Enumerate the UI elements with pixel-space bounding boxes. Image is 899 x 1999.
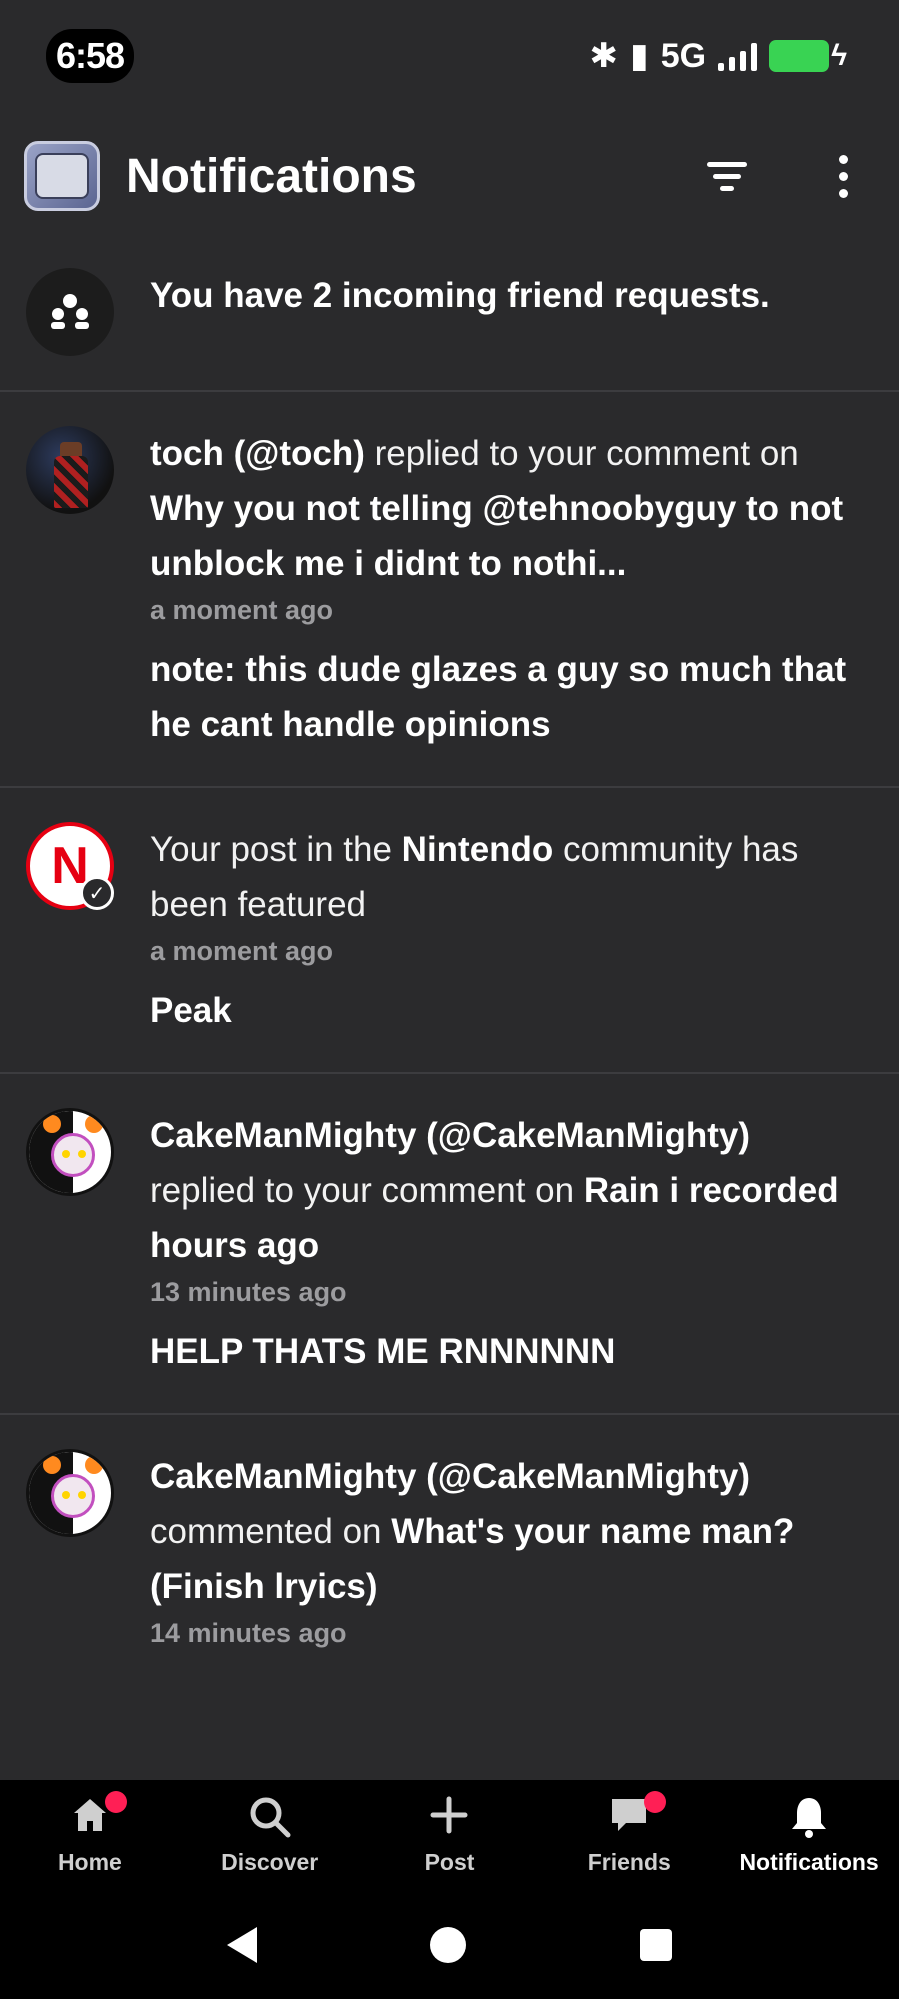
nav-home[interactable]: Home (5, 1790, 175, 1876)
post-preview: Peak (150, 991, 232, 1030)
notification-text: toch (@toch) replied to your comment on … (150, 434, 844, 583)
bottom-nav: Home Discover Post Friends Notifications (0, 1780, 899, 1890)
notification-text: You have 2 incoming friend requests. (150, 276, 770, 315)
notification-featured[interactable]: N ✓ Your post in the Nintendo community … (0, 788, 899, 1074)
network-type: 5G (660, 36, 707, 75)
notification-text: CakeManMighty (@CakeManMighty) commented… (150, 1457, 795, 1606)
avatar[interactable] (26, 426, 114, 514)
system-nav-bar (0, 1890, 899, 1999)
avatar[interactable] (26, 1108, 114, 1196)
app-header: Notifications (0, 130, 899, 222)
timestamp: 13 minutes ago (150, 1277, 347, 1307)
back-icon[interactable] (226, 1926, 257, 1963)
vibrate-icon: ▮ (630, 37, 649, 75)
app-logo[interactable] (24, 141, 100, 211)
recents-icon[interactable] (640, 1928, 673, 1961)
more-vert-icon (838, 154, 848, 198)
nav-friends[interactable]: Friends (544, 1790, 714, 1876)
friends-group-icon (26, 268, 114, 356)
bell-icon (789, 1795, 829, 1845)
notification-badge (104, 1790, 127, 1813)
verified-check-icon: ✓ (80, 876, 114, 910)
status-icons: ✱ ▮ 5G ϟ (590, 36, 847, 76)
search-icon (248, 1795, 292, 1845)
plus-icon (429, 1795, 469, 1845)
filter-button[interactable] (695, 144, 759, 208)
status-bar: 6:58 ✱ ▮ 5G ϟ (0, 0, 899, 112)
notification-badge (644, 1790, 667, 1813)
notification-list: You have 2 incoming friend requests. toc… (0, 232, 899, 1683)
notification-friend-requests[interactable]: You have 2 incoming friend requests. (0, 232, 899, 392)
timestamp: a moment ago (150, 595, 334, 625)
clock: 6:58 (46, 29, 135, 83)
comment-preview: note: this dude glazes a guy so much tha… (150, 650, 847, 744)
notification-reply-toch[interactable]: toch (@toch) replied to your comment on … (0, 392, 899, 788)
filter-icon (707, 161, 747, 191)
timestamp: a moment ago (150, 936, 334, 966)
nav-notifications[interactable]: Notifications (724, 1795, 894, 1876)
home-circle-icon[interactable] (430, 1926, 467, 1963)
notification-text: CakeManMighty (@CakeManMighty) replied t… (150, 1116, 839, 1265)
notification-reply-cakemanmighty[interactable]: CakeManMighty (@CakeManMighty) replied t… (0, 1074, 899, 1415)
signal-icon (718, 41, 758, 71)
bluetooth-icon: ✱ (589, 37, 619, 75)
nav-discover[interactable]: Discover (185, 1795, 355, 1876)
timestamp: 14 minutes ago (150, 1618, 347, 1648)
notification-text: Your post in the Nintendo community has … (150, 830, 799, 924)
page-title: Notifications (126, 149, 417, 203)
battery-icon: ϟ (769, 39, 847, 73)
comment-preview: HELP THATS ME RNNNNNN (150, 1332, 616, 1371)
notification-comment-cakemanmighty[interactable]: CakeManMighty (@CakeManMighty) commented… (0, 1415, 899, 1683)
avatar[interactable] (26, 1449, 114, 1537)
nintendo-community-icon[interactable]: N ✓ (26, 822, 114, 910)
home-icon (70, 1795, 110, 1845)
nav-post[interactable]: Post (364, 1795, 534, 1876)
more-options-button[interactable] (811, 144, 875, 208)
